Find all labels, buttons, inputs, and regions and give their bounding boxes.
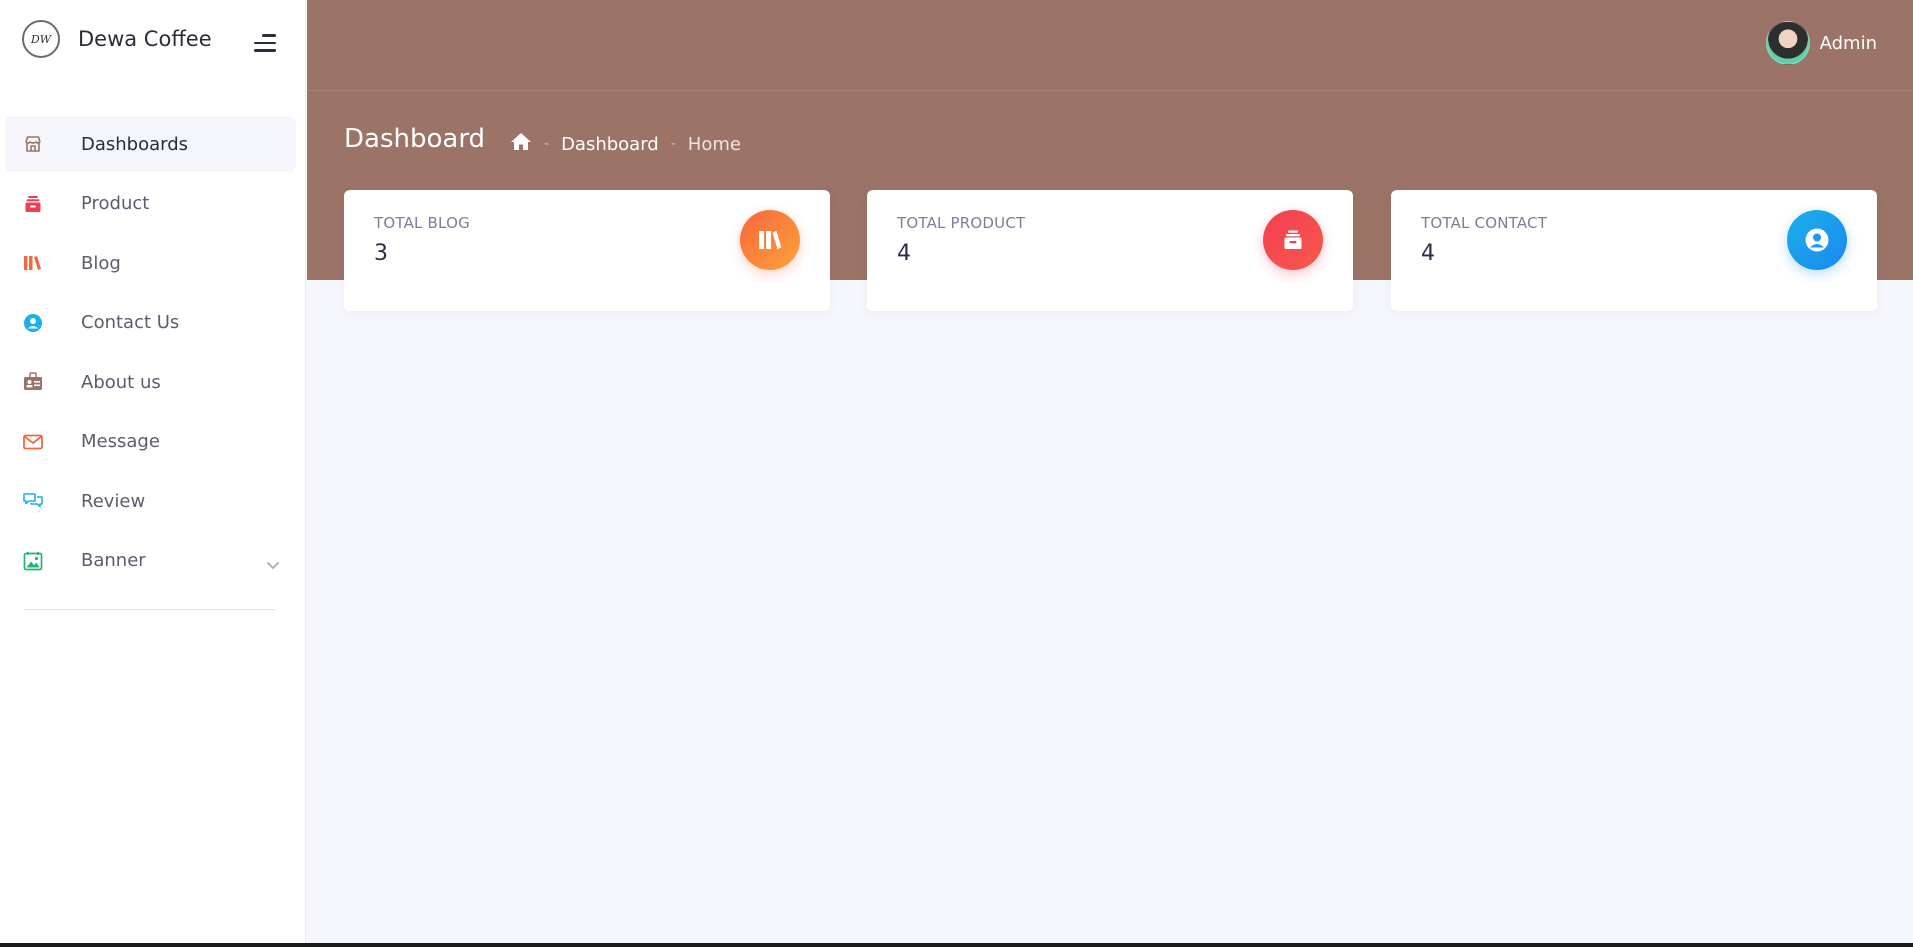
chevron-down-icon[interactable] xyxy=(266,555,280,574)
sidebar-nav: Dashboards Product Blog Contact Us About… xyxy=(5,116,296,592)
archive-icon xyxy=(22,193,44,215)
sidebar-item-dashboards[interactable]: Dashboards xyxy=(5,116,296,172)
store-icon xyxy=(22,133,44,155)
sidebar-item-message[interactable]: Message xyxy=(5,414,296,470)
sidebar-item-label: Blog xyxy=(81,252,121,274)
user-circle-icon xyxy=(22,312,44,334)
stat-card-total-product: TOTAL PRODUCT 4 xyxy=(867,190,1353,311)
stat-card-value: 4 xyxy=(897,241,911,266)
stat-card-value: 4 xyxy=(1421,241,1435,266)
brand[interactable]: DW Dewa Coffee xyxy=(22,20,212,58)
sidebar-item-label: Product xyxy=(81,193,150,214)
sidebar-item-review[interactable]: Review xyxy=(5,473,296,529)
window-bottom-edge xyxy=(0,943,1913,947)
breadcrumb-separator: - xyxy=(544,136,550,152)
avatar[interactable] xyxy=(1765,21,1810,65)
sidebar-item-label: Dashboards xyxy=(81,133,189,155)
page-title: Dashboard xyxy=(344,124,486,154)
stat-card-value: 3 xyxy=(374,241,388,266)
user-menu[interactable]: Admin xyxy=(1765,21,1877,65)
sidebar-item-label: Message xyxy=(81,431,160,452)
chat-bubbles-icon xyxy=(22,490,44,512)
books-icon xyxy=(22,252,44,274)
stat-card-label: TOTAL CONTACT xyxy=(1421,214,1548,232)
top-bar: Admin xyxy=(307,0,1913,91)
books-icon xyxy=(740,210,800,270)
sidebar: DW Dewa Coffee Dashboards Product Blog C… xyxy=(0,0,306,943)
sidebar-item-contact-us[interactable]: Contact Us xyxy=(5,295,296,351)
menu-toggle-icon[interactable] xyxy=(252,34,276,52)
stat-card-total-contact: TOTAL CONTACT 4 xyxy=(1391,190,1877,311)
breadcrumb-item-dashboard[interactable]: Dashboard xyxy=(561,134,659,155)
sidebar-item-label: Contact Us xyxy=(81,312,180,333)
brand-logo: DW xyxy=(22,20,60,58)
sidebar-item-about-us[interactable]: About us xyxy=(5,354,296,410)
breadcrumb-item-home: Home xyxy=(687,133,741,155)
sidebar-item-label: About us xyxy=(81,371,161,393)
sidebar-item-banner[interactable]: Banner xyxy=(5,533,296,589)
sidebar-divider xyxy=(24,609,276,610)
envelope-icon xyxy=(22,431,44,453)
breadcrumb: - Dashboard - Home xyxy=(510,132,741,156)
image-icon xyxy=(22,550,44,572)
archive-icon xyxy=(1263,210,1323,270)
sidebar-item-label: Review xyxy=(81,490,146,512)
user-circle-icon xyxy=(1787,210,1847,270)
breadcrumb-separator: - xyxy=(670,136,676,152)
sidebar-item-blog[interactable]: Blog xyxy=(5,235,296,291)
home-icon[interactable] xyxy=(510,132,532,156)
brand-name: Dewa Coffee xyxy=(78,27,212,51)
stat-card-label: TOTAL BLOG xyxy=(374,214,470,232)
stat-card-total-blog: TOTAL BLOG 3 xyxy=(344,190,830,311)
id-card-icon xyxy=(22,371,44,393)
stat-card-label: TOTAL PRODUCT xyxy=(897,214,1026,232)
sidebar-item-label: Banner xyxy=(81,550,146,571)
sidebar-item-product[interactable]: Product xyxy=(5,176,296,232)
user-name[interactable]: Admin xyxy=(1820,33,1877,54)
